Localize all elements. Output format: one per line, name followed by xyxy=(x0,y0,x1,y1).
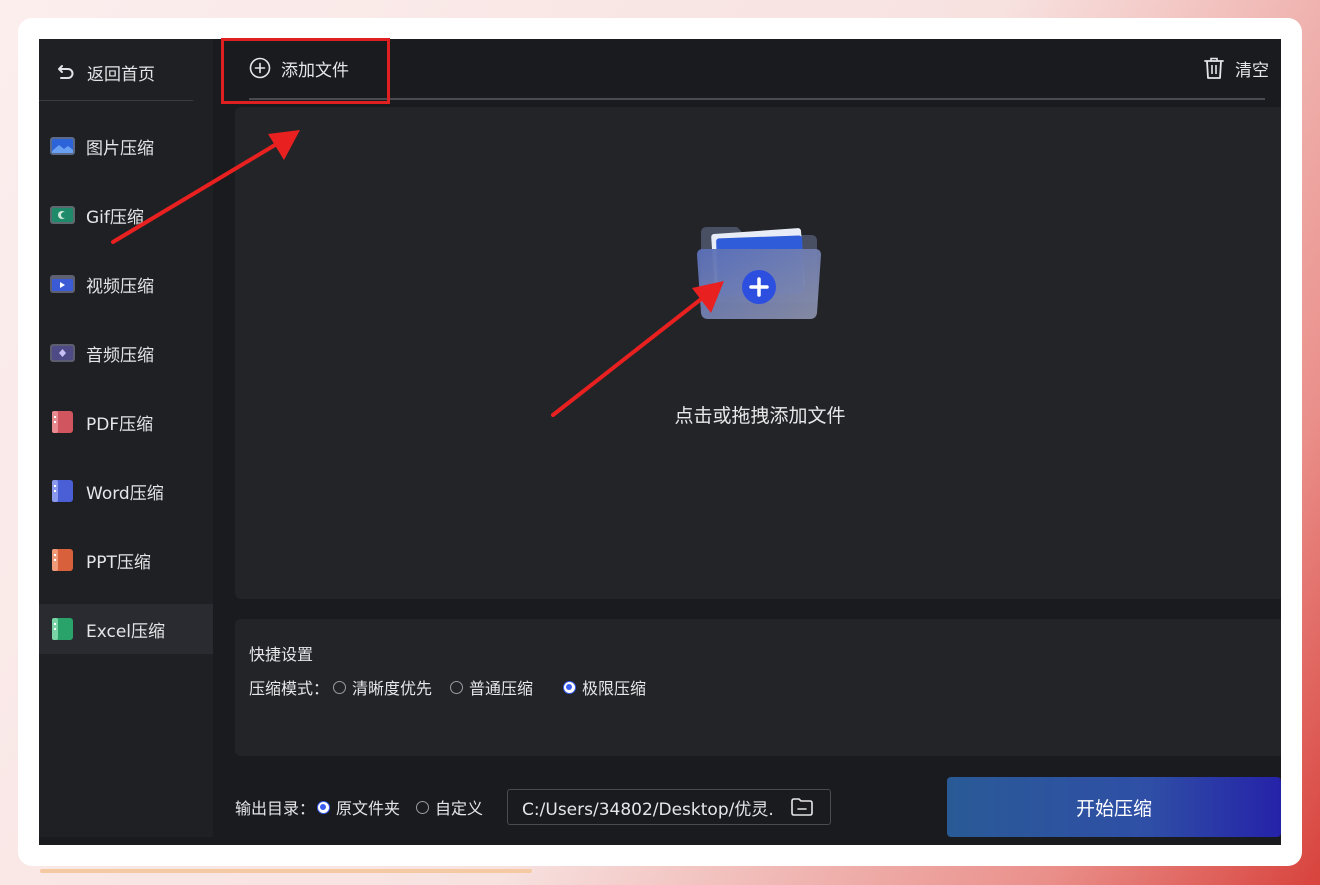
arrow-icon xyxy=(111,130,300,244)
arrow-icon xyxy=(551,281,724,417)
annotation-arrows xyxy=(111,130,724,417)
